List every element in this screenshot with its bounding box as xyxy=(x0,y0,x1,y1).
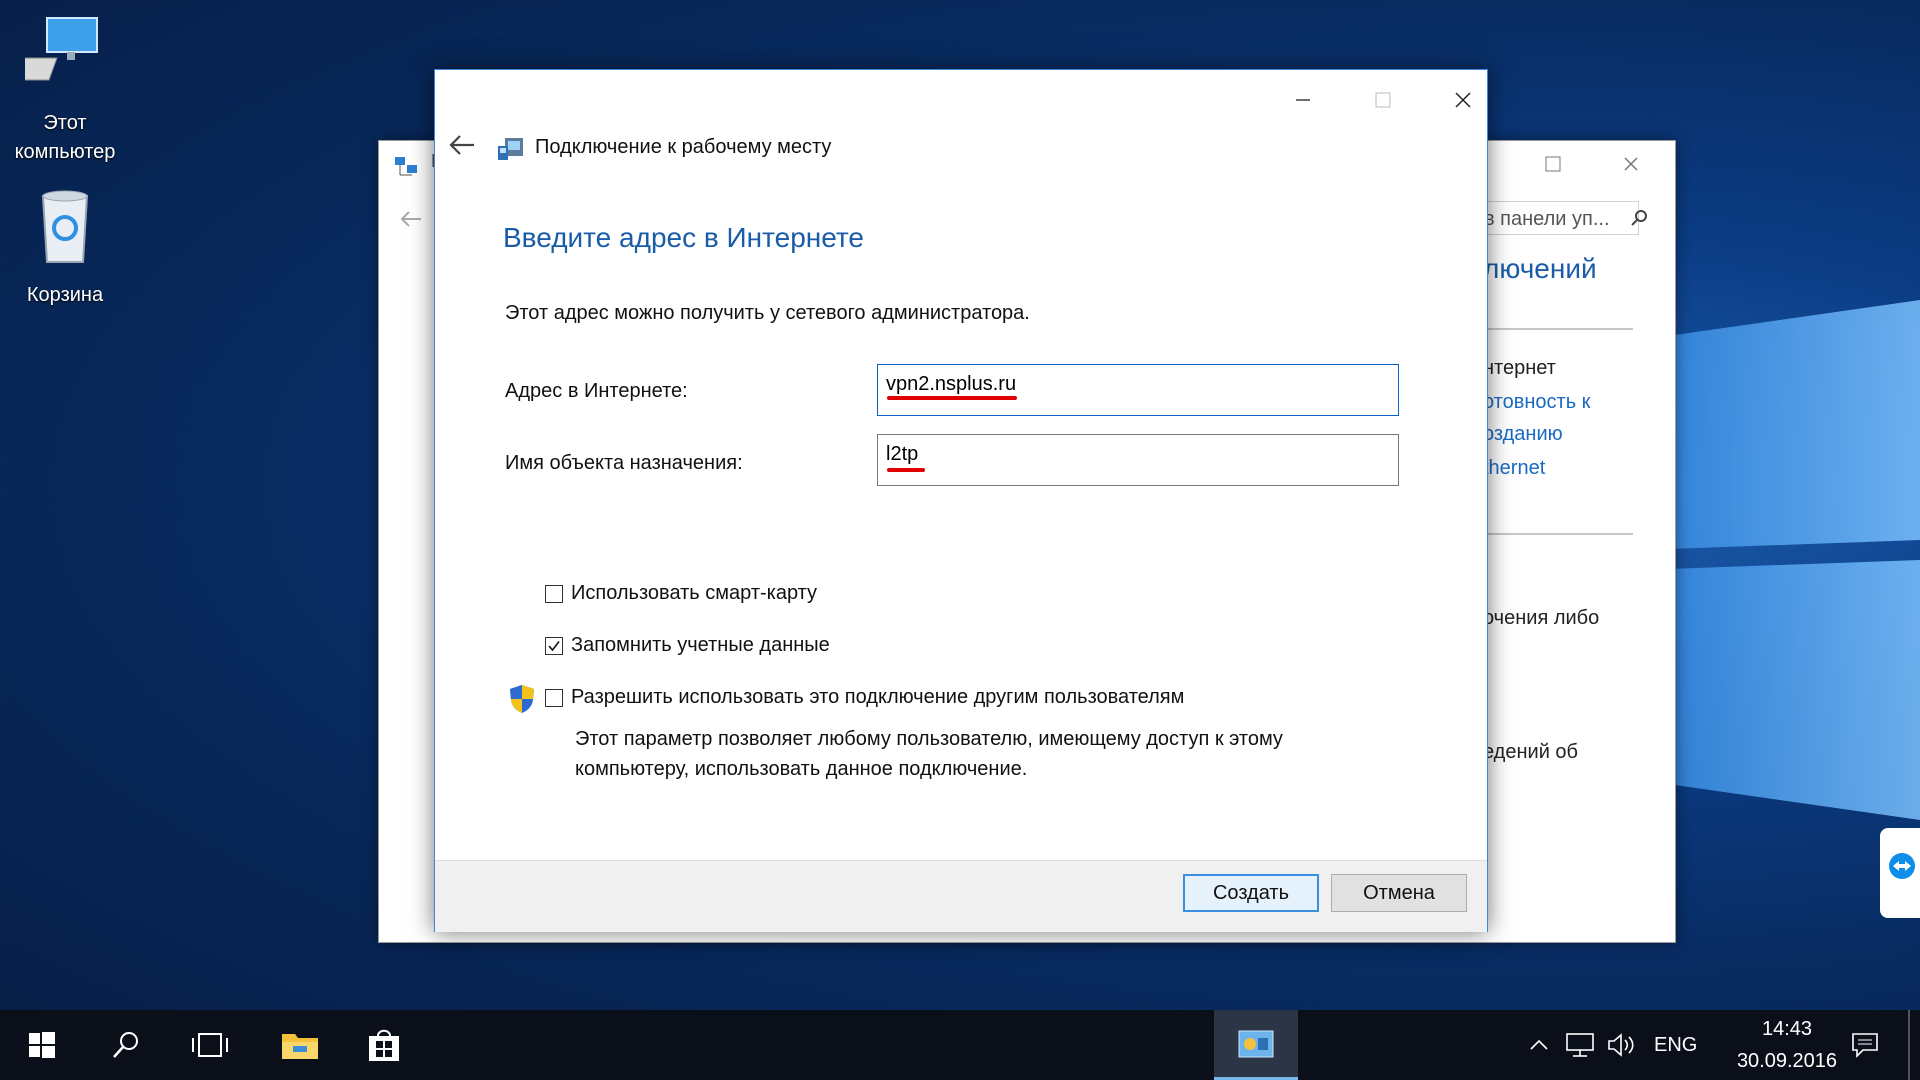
highlight-underline xyxy=(887,468,925,472)
bg-link[interactable]: озданию xyxy=(1483,423,1563,446)
network-tray-button[interactable] xyxy=(1562,1010,1598,1080)
show-desktop-button[interactable] xyxy=(1908,1010,1910,1080)
checkmark-icon xyxy=(548,640,560,651)
workplace-connection-icon xyxy=(498,138,523,160)
page-heading: Введите адрес в Интернете xyxy=(503,222,864,253)
teamviewer-icon xyxy=(1889,853,1915,879)
allow-others-checkbox-row[interactable]: Разрешить использовать это подключение д… xyxy=(545,686,1184,709)
taskbar: ENG 14:43 30.09.2016 xyxy=(0,1010,1920,1080)
highlight-underline xyxy=(887,396,1017,400)
smartcard-checkbox-row[interactable]: Использовать смарт-карту xyxy=(545,582,817,605)
start-button[interactable] xyxy=(14,1010,70,1080)
notification-icon xyxy=(1852,1033,1878,1058)
back-arrow-icon[interactable] xyxy=(447,130,477,160)
desktop-icon-label: Корзина xyxy=(26,284,104,306)
store-button[interactable] xyxy=(354,1010,414,1080)
maximize-icon xyxy=(1375,92,1391,108)
minimize-icon xyxy=(1296,99,1310,101)
bg-text-connect: очения либо xyxy=(1483,607,1600,629)
address-label: Адрес в Интернете: xyxy=(505,380,688,402)
network-center-icon xyxy=(395,157,417,176)
divider xyxy=(1483,533,1633,535)
store-bag-icon xyxy=(369,1029,399,1061)
bg-link[interactable]: отовность к xyxy=(1483,391,1590,414)
smartcard-label: Использовать смарт-карту xyxy=(571,582,818,604)
search-input[interactable]: в панели уп... xyxy=(1479,201,1639,235)
recycle-bin-icon xyxy=(41,190,89,263)
create-button[interactable]: Создать xyxy=(1183,874,1319,912)
dialog-title: Подключение к рабочему месту xyxy=(535,136,832,158)
minimize-button[interactable] xyxy=(1273,80,1333,120)
file-explorer-button[interactable] xyxy=(270,1010,330,1080)
clock-time[interactable]: 14:43 xyxy=(1742,1018,1832,1041)
volume-icon xyxy=(1608,1033,1634,1057)
bg-page-title: лючений xyxy=(1483,253,1597,284)
desktop-icon-this-pc[interactable]: Этот компьютер xyxy=(8,14,120,167)
search-button[interactable] xyxy=(98,1010,154,1080)
remember-checkbox-row[interactable]: Запомнить учетные данные xyxy=(545,634,830,657)
control-panel-icon xyxy=(1238,1030,1274,1058)
bg-link[interactable]: thernet xyxy=(1483,457,1545,480)
vpn-connect-dialog[interactable]: Подключение к рабочему месту Введите адр… xyxy=(434,69,1488,932)
action-center-button[interactable] xyxy=(1842,1010,1888,1080)
allow-others-checkbox[interactable] xyxy=(545,688,563,707)
smartcard-checkbox[interactable] xyxy=(545,584,563,603)
volume-tray-button[interactable] xyxy=(1604,1010,1640,1080)
close-button[interactable] xyxy=(1433,80,1493,120)
description-text: Этот адрес можно получить у сетевого адм… xyxy=(505,302,1030,324)
destination-input[interactable]: l2tp xyxy=(877,434,1399,486)
search-icon xyxy=(113,1032,138,1058)
network-icon xyxy=(1566,1033,1594,1057)
chevron-up-icon xyxy=(1530,1039,1548,1050)
address-input[interactable]: vpn2.nsplus.ru xyxy=(877,364,1399,416)
close-icon[interactable] xyxy=(1623,155,1639,178)
divider xyxy=(1483,328,1633,330)
desktop-icon-label: компьютер xyxy=(14,141,116,163)
close-icon xyxy=(1455,92,1471,108)
dialog-footer xyxy=(435,860,1487,932)
task-view-button[interactable] xyxy=(182,1010,238,1080)
desktop-icon-recycle-bin[interactable]: Корзина xyxy=(10,186,120,310)
cancel-button[interactable]: Отмена xyxy=(1331,874,1467,912)
clock-date[interactable]: 30.09.2016 xyxy=(1712,1050,1862,1073)
maximize-icon[interactable] xyxy=(1545,155,1561,178)
network-settings-taskbar-app[interactable] xyxy=(1214,1010,1298,1080)
windows-start-icon xyxy=(29,1032,55,1058)
remember-checkbox[interactable] xyxy=(545,636,563,655)
folder-icon xyxy=(282,1034,318,1059)
search-icon[interactable] xyxy=(1631,209,1649,227)
computer-icon xyxy=(8,17,98,81)
show-hidden-icons-button[interactable] xyxy=(1524,1010,1554,1080)
destination-label: Имя объекта назначения: xyxy=(505,452,743,474)
uac-shield-icon xyxy=(510,685,534,713)
bg-text-internet: нтернет xyxy=(1483,357,1556,379)
allow-others-note: Этот параметр позволяет любому пользоват… xyxy=(575,728,1283,780)
desktop-icon-label: Этот xyxy=(43,112,87,134)
bg-text-info: едений об xyxy=(1483,741,1578,763)
remember-label: Запомнить учетные данные xyxy=(571,634,830,656)
bg-back-arrow-icon[interactable] xyxy=(399,209,423,229)
allow-others-label: Разрешить использовать это подключение д… xyxy=(571,686,1185,708)
input-language-indicator[interactable]: ENG xyxy=(1654,1034,1697,1057)
teamviewer-tab[interactable] xyxy=(1880,828,1920,918)
task-view-icon xyxy=(192,1033,228,1057)
maximize-button[interactable] xyxy=(1353,80,1413,120)
